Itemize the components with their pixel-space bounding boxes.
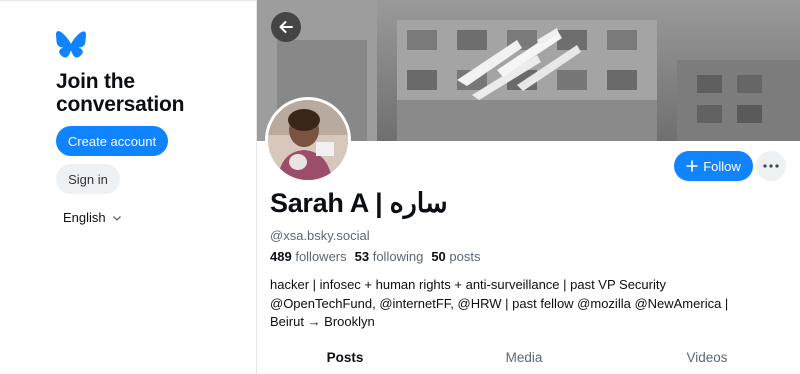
followers-count: 489 <box>270 249 292 264</box>
language-select[interactable]: English <box>63 210 122 225</box>
bio-line: Beirut → Brooklyn <box>270 314 375 329</box>
following-link[interactable]: 53 following <box>355 249 424 264</box>
create-account-button[interactable]: Create account <box>56 126 168 156</box>
followers-label: followers <box>295 249 347 264</box>
tab-media[interactable]: Media <box>506 350 543 365</box>
avatar-image <box>268 100 348 180</box>
profile-tabs: Posts Media Videos <box>257 338 800 374</box>
plus-icon <box>686 160 699 172</box>
bio-line: hacker | infosec + human rights + anti-s… <box>270 277 666 292</box>
join-heading: Join the conversation <box>56 70 185 116</box>
sidebar-top-border <box>0 0 256 1</box>
avatar[interactable] <box>265 97 351 183</box>
follow-button[interactable]: Follow <box>674 151 753 181</box>
arrow-left-icon <box>279 21 293 33</box>
profile-bio: hacker | infosec + human rights + anti-s… <box>270 276 790 332</box>
posts-label: posts <box>449 249 481 264</box>
back-button[interactable] <box>271 12 301 42</box>
sidebar: Join the conversation Create account Sig… <box>0 0 256 374</box>
chevron-down-icon <box>112 215 121 221</box>
butterfly-icon[interactable] <box>56 31 86 58</box>
profile-handle: @xsa.bsky.social <box>270 228 370 243</box>
follow-label: Follow <box>703 158 741 174</box>
ellipsis-icon <box>763 164 779 168</box>
following-label: following <box>372 249 424 264</box>
more-options-button[interactable] <box>756 151 786 181</box>
profile-stats: 489 followers 53 following 50 posts <box>270 249 480 264</box>
tab-posts[interactable]: Posts <box>327 350 364 365</box>
posts-count: 50 <box>431 249 446 264</box>
display-name: Sarah A | ساره <box>270 188 448 218</box>
following-count: 53 <box>354 249 370 264</box>
followers-link[interactable]: 489 followers <box>270 249 347 264</box>
bio-line: @OpenTechFund, @internetFF, @HRW | past … <box>270 295 729 311</box>
sign-in-button[interactable]: Sign in <box>56 164 120 194</box>
language-label: English <box>63 210 106 225</box>
profile-panel: Follow Sarah A | ساره @xsa.bsky.social 4… <box>257 0 800 374</box>
tab-videos[interactable]: Videos <box>686 350 727 365</box>
